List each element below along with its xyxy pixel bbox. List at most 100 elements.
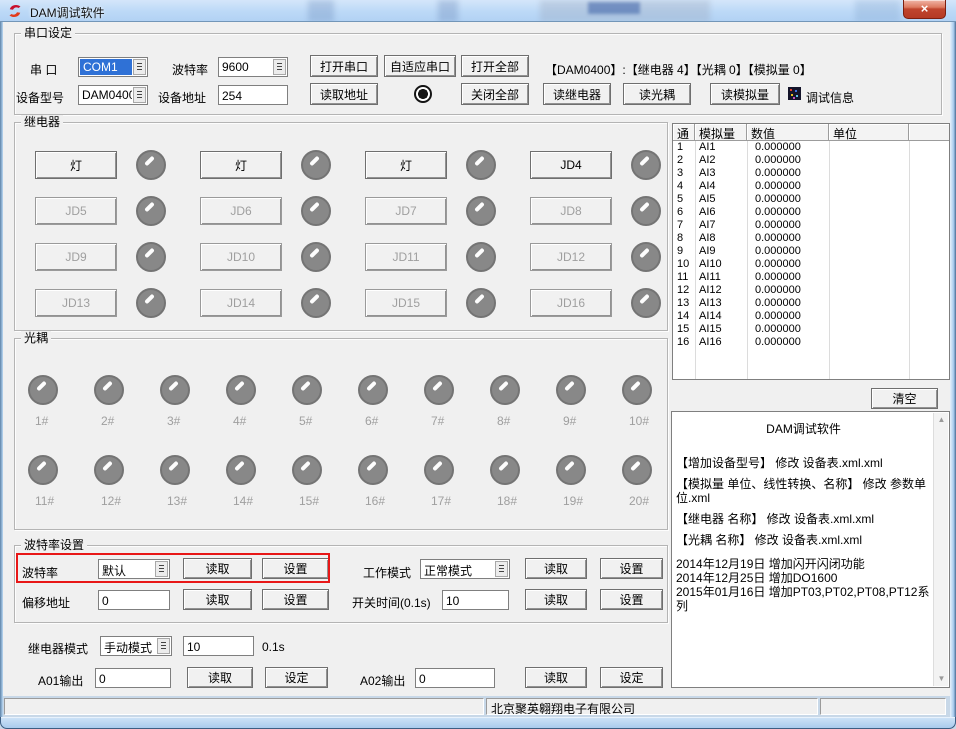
read-opto-button[interactable]: 读光耦 <box>623 83 691 105</box>
combo-arrow-icon[interactable] <box>155 561 168 577</box>
opto-cell: 9# <box>556 375 622 447</box>
baud-set-button[interactable]: 设置 <box>262 558 329 579</box>
open-serial-button[interactable]: 打开串口 <box>310 55 378 77</box>
read-analog-button[interactable]: 读模拟量 <box>710 83 780 105</box>
relay-button[interactable]: JD13 <box>35 289 117 317</box>
window-title: DAM调试软件 <box>30 4 105 21</box>
opto-cell: 1# <box>28 375 94 447</box>
changelog-line: 2014年12月25日 增加DO1600 <box>676 571 931 585</box>
baud-read-button[interactable]: 读取 <box>183 558 252 579</box>
table-row[interactable]: 11 AI11 0.000000 <box>673 271 949 284</box>
opto-cell: 11# <box>28 455 94 527</box>
column-separator <box>747 141 748 379</box>
switch-time-set-button[interactable]: 设置 <box>600 589 663 610</box>
table-row[interactable]: 7 AI7 0.000000 <box>673 219 949 232</box>
relay-button[interactable]: JD15 <box>365 289 447 317</box>
opto-channel-label: 6# <box>365 414 378 428</box>
baud-set-select[interactable]: 默认 <box>98 559 170 579</box>
analog-table-body: 1 AI1 0.000000 2 AI2 0.000000 3 AI3 0.00… <box>673 141 949 349</box>
switch-time-read-button[interactable]: 读取 <box>525 589 587 610</box>
relay-led-indicator <box>631 288 661 318</box>
device-model-select[interactable]: DAM0400 <box>78 85 148 105</box>
relay-button[interactable]: 灯 <box>365 151 447 179</box>
relay-button[interactable]: JD14 <box>200 289 282 317</box>
ao1-read-button[interactable]: 读取 <box>187 667 253 688</box>
relay-button[interactable]: JD12 <box>530 243 612 271</box>
relay-cell: JD4 <box>530 150 695 180</box>
auto-serial-button[interactable]: 自适应串口 <box>384 55 456 77</box>
scroll-up-icon[interactable]: ▲ <box>934 413 949 427</box>
relay-button[interactable]: JD8 <box>530 197 612 225</box>
table-row[interactable]: 16 AI16 0.000000 <box>673 336 949 349</box>
device-address-input[interactable] <box>218 85 288 105</box>
table-row[interactable]: 13 AI13 0.000000 <box>673 297 949 310</box>
close-button[interactable]: × <box>903 0 946 19</box>
scroll-down-icon[interactable]: ▼ <box>934 672 949 686</box>
switch-time-input[interactable] <box>442 590 509 610</box>
relay-button[interactable]: JD6 <box>200 197 282 225</box>
group-title: 继电器 <box>21 115 63 130</box>
relay-button[interactable]: JD4 <box>530 151 612 179</box>
read-address-button[interactable]: 读取地址 <box>310 83 378 105</box>
table-row[interactable]: 6 AI6 0.000000 <box>673 206 949 219</box>
ao1-set-button[interactable]: 设定 <box>265 667 328 688</box>
combo-arrow-icon[interactable] <box>133 87 146 103</box>
com-port-select[interactable]: COM1 <box>78 57 148 77</box>
relay-button[interactable]: JD11 <box>365 243 447 271</box>
clear-button[interactable]: 清空 <box>871 388 938 409</box>
work-mode-read-button[interactable]: 读取 <box>525 558 587 579</box>
read-relay-button[interactable]: 读继电器 <box>543 83 611 105</box>
ao2-set-button[interactable]: 设定 <box>600 667 663 688</box>
table-row[interactable]: 5 AI5 0.000000 <box>673 193 949 206</box>
opto-channel-label: 2# <box>101 414 114 428</box>
table-row[interactable]: 12 AI12 0.000000 <box>673 284 949 297</box>
changelog-line: 2014年12月19日 增加闪开闪闭功能 <box>676 557 931 571</box>
opto-cell: 19# <box>556 455 622 527</box>
relay-button[interactable]: 灯 <box>200 151 282 179</box>
open-all-button[interactable]: 打开全部 <box>461 55 529 77</box>
combo-arrow-icon[interactable] <box>157 638 170 654</box>
table-row[interactable]: 10 AI10 0.000000 <box>673 258 949 271</box>
combo-arrow-icon[interactable] <box>273 59 286 75</box>
ao2-input[interactable] <box>415 668 495 688</box>
relay-button[interactable]: JD7 <box>365 197 447 225</box>
relay-button[interactable]: JD10 <box>200 243 282 271</box>
table-row[interactable]: 15 AI15 0.000000 <box>673 323 949 336</box>
col-header-analog[interactable]: 模拟量 <box>695 124 747 141</box>
scrollbar[interactable]: ▲ ▼ <box>933 413 948 686</box>
opto-cell: 4# <box>226 375 292 447</box>
col-header-unit[interactable]: 单位 <box>829 124 909 141</box>
combo-arrow-icon[interactable] <box>133 59 146 75</box>
col-header-value[interactable]: 数值 <box>747 124 829 141</box>
table-row[interactable]: 9 AI9 0.000000 <box>673 245 949 258</box>
opto-cell: 2# <box>94 375 160 447</box>
relay-button[interactable]: JD16 <box>530 289 612 317</box>
table-row[interactable]: 1 AI1 0.000000 <box>673 141 949 154</box>
close-all-button[interactable]: 关闭全部 <box>461 83 529 105</box>
relay-led-indicator <box>136 196 166 226</box>
work-mode-set-button[interactable]: 设置 <box>600 558 663 579</box>
relay-led-indicator <box>466 150 496 180</box>
offset-address-input[interactable] <box>98 590 170 610</box>
relay-mode-time-input[interactable] <box>183 636 254 656</box>
combo-arrow-icon[interactable] <box>495 561 508 577</box>
table-row[interactable]: 2 AI2 0.000000 <box>673 154 949 167</box>
table-row[interactable]: 8 AI8 0.000000 <box>673 232 949 245</box>
relay-button[interactable]: JD9 <box>35 243 117 271</box>
relay-led-indicator <box>466 288 496 318</box>
analog-table: 通 模拟量 数值 单位 1 AI1 0.000000 2 AI2 0.00000… <box>672 123 950 380</box>
offset-read-button[interactable]: 读取 <box>183 589 252 610</box>
table-row[interactable]: 3 AI3 0.000000 <box>673 167 949 180</box>
table-row[interactable]: 4 AI4 0.000000 <box>673 180 949 193</box>
relay-mode-select[interactable]: 手动模式 <box>100 636 172 656</box>
ao1-input[interactable] <box>95 668 171 688</box>
relay-button[interactable]: 灯 <box>35 151 117 179</box>
ao2-read-button[interactable]: 读取 <box>525 667 587 688</box>
baudrate-select[interactable]: 9600 <box>218 57 288 77</box>
relay-button[interactable]: JD5 <box>35 197 117 225</box>
table-row[interactable]: 14 AI14 0.000000 <box>673 310 949 323</box>
offset-set-button[interactable]: 设置 <box>262 589 329 610</box>
work-mode-select[interactable]: 正常模式 <box>420 559 510 579</box>
col-header-channel[interactable]: 通 <box>673 124 695 141</box>
opto-channel-label: 19# <box>563 494 583 508</box>
